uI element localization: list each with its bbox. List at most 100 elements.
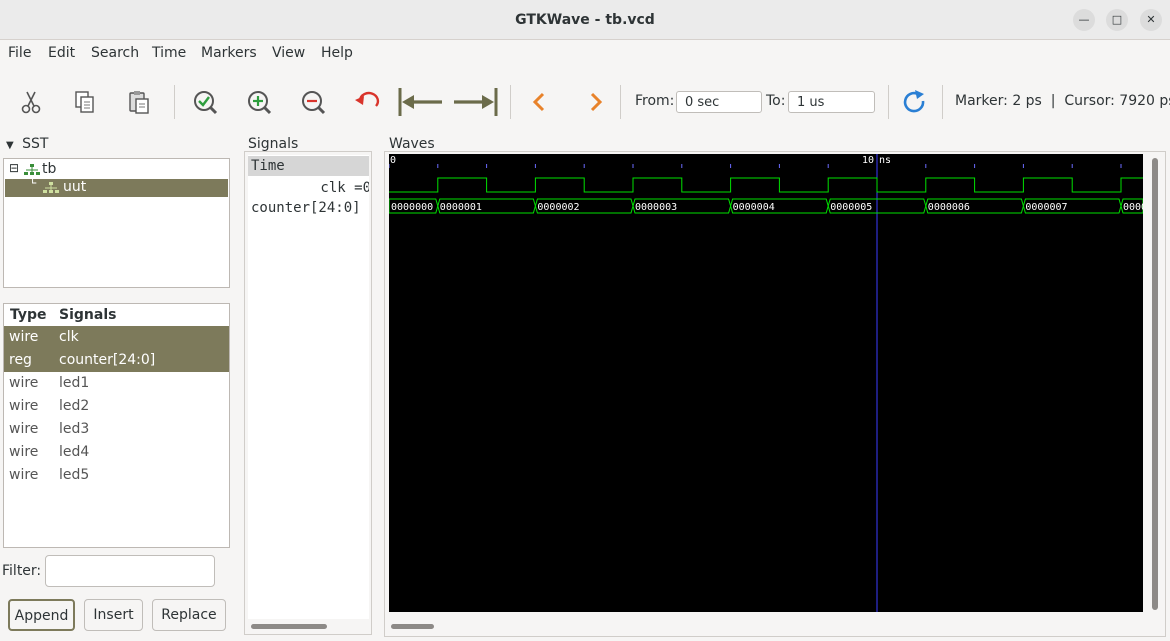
row-signal: led3 — [59, 421, 90, 437]
row-signal: counter[24:0] — [59, 352, 156, 368]
cut-icon[interactable] — [17, 88, 45, 116]
replace-button[interactable]: Replace — [152, 599, 226, 631]
signal-type-table: Type Signals wire clk reg counter[24:0] … — [3, 303, 230, 548]
bus-value-label: 0000000 — [391, 202, 433, 213]
waveform-canvas[interactable]: 0 10 ns 0000000 0000001 0000002 0000003 0000… — [389, 154, 1143, 612]
bus-value-label: 0000006 — [928, 202, 970, 213]
bus-value-label: 0000002 — [537, 202, 579, 213]
tree-node-tb[interactable]: ⊟ tb — [4, 161, 229, 179]
row-type: wire — [9, 444, 39, 460]
signals-pane-title: Signals — [246, 136, 301, 152]
sst-header[interactable]: ▼ SST — [4, 136, 51, 152]
time-header-row[interactable]: Time — [248, 156, 369, 176]
module-icon — [24, 164, 40, 175]
menu-edit[interactable]: Edit — [48, 45, 75, 61]
table-row[interactable]: reg counter[24:0] — [4, 349, 229, 372]
sst-title: SST — [22, 136, 49, 152]
next-edge-icon[interactable] — [582, 88, 610, 116]
bus-value-label: 0000004 — [733, 202, 775, 213]
to-time-input[interactable] — [788, 91, 875, 113]
minimize-button[interactable]: — — [1073, 9, 1095, 31]
append-button[interactable]: Append — [8, 599, 75, 631]
signal-row-clk[interactable]: clk =0 — [320, 180, 369, 196]
to-label: To: — [766, 93, 786, 109]
table-row[interactable]: wire led2 — [4, 395, 229, 418]
row-type: reg — [9, 352, 32, 368]
time-header: Time — [251, 158, 285, 174]
filter-input[interactable] — [45, 555, 215, 587]
from-label: From: — [635, 93, 675, 109]
reload-icon[interactable] — [901, 88, 929, 116]
menu-search[interactable]: Search — [91, 45, 139, 61]
bus-value-label: 0000007 — [1025, 202, 1067, 213]
table-row[interactable]: wire led1 — [4, 372, 229, 395]
signals-hscrollbar[interactable] — [251, 624, 327, 629]
row-type: wire — [9, 467, 39, 483]
copy-icon[interactable] — [71, 88, 99, 116]
table-row[interactable]: wire led4 — [4, 441, 229, 464]
row-type: wire — [9, 375, 39, 391]
toolbar-separator — [620, 85, 621, 119]
timeline-mid-label: 10 — [862, 155, 874, 166]
bus-value-label: 0000008 — [1123, 202, 1143, 213]
gtkwave-window: GTKWave - tb.vcd — □ ✕ File Edit Search … — [0, 0, 1170, 641]
zoom-in-icon[interactable] — [245, 88, 273, 116]
timeline-unit-label: ns — [879, 155, 891, 166]
column-header-type[interactable]: Type — [10, 307, 47, 323]
waves-pane-title: Waves — [387, 136, 437, 152]
from-time-input[interactable] — [676, 91, 762, 113]
signal-row-counter[interactable]: counter[24:0] =0 — [251, 200, 369, 216]
tree-node-label: uut — [63, 179, 87, 195]
table-row[interactable]: wire led3 — [4, 418, 229, 441]
menu-bar: File Edit Search Time Markers View Help — [0, 41, 1170, 67]
expander-icon[interactable]: ⊟ — [9, 161, 19, 175]
zoom-fit-icon[interactable] — [191, 88, 219, 116]
marker-cursor-status: Marker: 2 ps | Cursor: 7920 ps — [955, 93, 1170, 109]
row-signal: led1 — [59, 375, 90, 391]
column-header-signals[interactable]: Signals — [59, 307, 116, 323]
tree-node-uut[interactable]: └ uut — [5, 176, 228, 197]
zoom-end-icon[interactable] — [450, 88, 498, 116]
menu-view[interactable]: View — [272, 45, 305, 61]
menu-markers[interactable]: Markers — [201, 45, 257, 61]
row-signal: led2 — [59, 398, 90, 414]
table-row[interactable]: wire clk — [4, 326, 229, 349]
paste-icon[interactable] — [125, 88, 153, 116]
undo-icon[interactable] — [353, 88, 381, 116]
menu-time[interactable]: Time — [152, 45, 186, 61]
zoom-out-icon[interactable] — [299, 88, 327, 116]
toolbar: From: To: Marker: 2 ps | Cursor: 7920 ps — [0, 67, 1170, 135]
row-type: wire — [9, 398, 39, 414]
table-row[interactable]: wire led5 — [4, 464, 229, 487]
menu-help[interactable]: Help — [321, 45, 353, 61]
collapse-triangle-icon: ▼ — [6, 140, 14, 151]
waves-vscrollbar[interactable] — [1152, 158, 1158, 610]
signals-list: Time clk =0 counter[24:0] =0 — [248, 155, 369, 619]
toolbar-separator — [510, 85, 511, 119]
bus-value-label: 0000005 — [830, 202, 872, 213]
toolbar-separator — [942, 85, 943, 119]
row-signal: clk — [59, 329, 79, 345]
window-title: GTKWave - tb.vcd — [515, 12, 655, 28]
prev-edge-icon[interactable] — [526, 88, 554, 116]
bus-value-label: 0000003 — [635, 202, 677, 213]
maximize-button[interactable]: □ — [1106, 9, 1128, 31]
tree-branch-icon: └ — [29, 176, 37, 190]
filter-label: Filter: — [2, 563, 42, 579]
menu-file[interactable]: File — [8, 45, 31, 61]
module-icon — [43, 182, 59, 193]
signals-pane: Time clk =0 counter[24:0] =0 — [244, 151, 372, 635]
toolbar-separator — [888, 85, 889, 119]
waves-hscrollbar[interactable] — [391, 624, 434, 629]
title-bar: GTKWave - tb.vcd — □ ✕ — [0, 0, 1170, 40]
waveform-background — [389, 154, 1143, 612]
bus-value-label: 0000001 — [440, 202, 482, 213]
row-signal: led4 — [59, 444, 90, 460]
close-button[interactable]: ✕ — [1140, 9, 1162, 31]
insert-button[interactable]: Insert — [84, 599, 143, 631]
row-type: wire — [9, 421, 39, 437]
row-signal: led5 — [59, 467, 90, 483]
timeline-start-label: 0 — [390, 155, 396, 166]
zoom-start-icon[interactable] — [398, 88, 446, 116]
toolbar-separator — [174, 85, 175, 119]
